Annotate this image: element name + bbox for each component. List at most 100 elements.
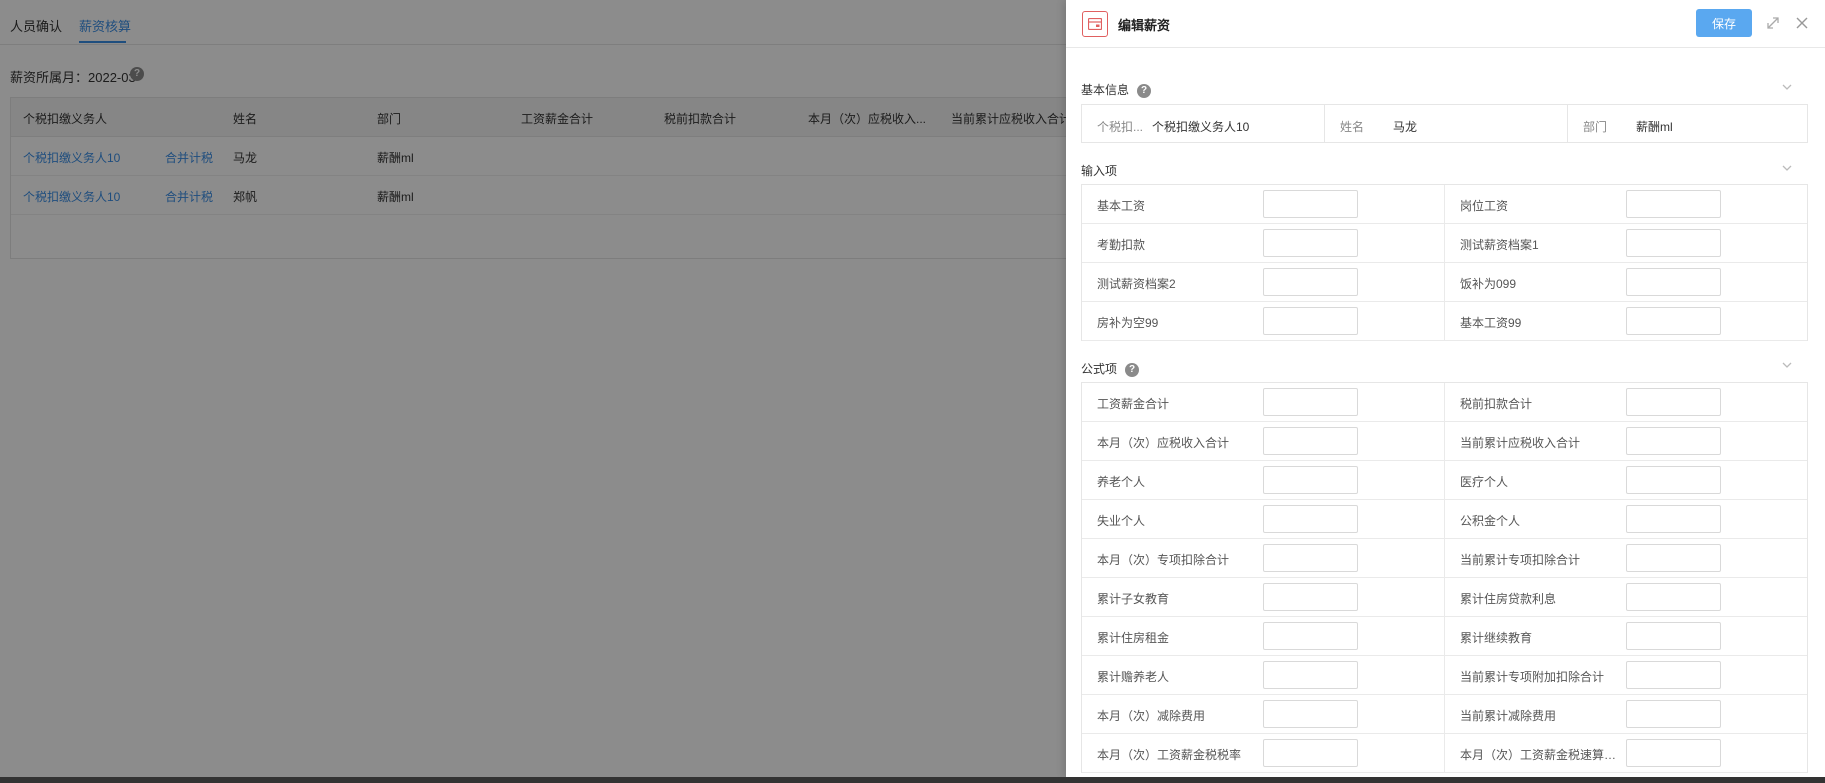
form-field: 当前累计专项扣除合计 xyxy=(1445,539,1808,577)
amount-input[interactable] xyxy=(1263,739,1358,767)
form-field: 当前累计应税收入合计 xyxy=(1445,422,1808,460)
formula-items-section-title: 公式项? xyxy=(1081,360,1140,377)
form-field: 本月（次）工资薪金税速算扣... xyxy=(1445,734,1808,772)
field-label: 累计赡养老人 xyxy=(1097,670,1170,684)
form-row: 测试薪资档案2 饭补为099 xyxy=(1082,263,1807,302)
form-field: 测试薪资档案2 xyxy=(1082,263,1445,301)
chevron-down-icon[interactable] xyxy=(1780,358,1794,372)
amount-input[interactable] xyxy=(1263,388,1358,416)
field-label: 本月（次）减除费用 xyxy=(1097,709,1206,723)
form-row: 本月（次）应税收入合计 当前累计应税收入合计 xyxy=(1082,422,1807,461)
basic-field-name: 姓名 马龙 xyxy=(1325,105,1568,142)
help-icon[interactable]: ? xyxy=(1125,362,1140,377)
amount-input[interactable] xyxy=(1626,190,1721,218)
amount-input[interactable] xyxy=(1626,388,1721,416)
edit-salary-drawer: 编辑薪资 保存 基本信息? 个税扣... 个税扣缴义务人10 姓名 马龙 部门 … xyxy=(1066,0,1825,777)
help-icon[interactable]: ? xyxy=(1137,83,1152,98)
amount-input[interactable] xyxy=(1263,229,1358,257)
form-field: 基本工资99 xyxy=(1445,302,1808,340)
amount-input[interactable] xyxy=(1263,583,1358,611)
amount-input[interactable] xyxy=(1263,544,1358,572)
amount-input[interactable] xyxy=(1626,544,1721,572)
field-value: 个税扣缴义务人10 xyxy=(1152,120,1250,134)
form-field: 失业个人 xyxy=(1082,500,1445,538)
amount-input[interactable] xyxy=(1263,427,1358,455)
input-items-form: 基本工资 岗位工资 考勤扣款 测试薪资档案1 测试薪资档案2 饭补为099 房补… xyxy=(1081,184,1808,341)
amount-input[interactable] xyxy=(1263,700,1358,728)
amount-input[interactable] xyxy=(1263,268,1358,296)
amount-input[interactable] xyxy=(1263,661,1358,689)
form-field: 本月（次）减除费用 xyxy=(1082,695,1445,733)
field-label: 基本工资 xyxy=(1097,199,1146,213)
form-field: 房补为空99 xyxy=(1082,302,1445,340)
form-field: 医疗个人 xyxy=(1445,461,1808,499)
input-items-section-title: 输入项 xyxy=(1081,162,1117,179)
section-label: 公式项 xyxy=(1081,362,1118,376)
form-field: 测试薪资档案1 xyxy=(1445,224,1808,262)
form-field: 岗位工资 xyxy=(1445,185,1808,223)
amount-input[interactable] xyxy=(1626,466,1721,494)
amount-input[interactable] xyxy=(1263,622,1358,650)
amount-input[interactable] xyxy=(1626,622,1721,650)
field-label: 饭补为099 xyxy=(1460,277,1517,291)
field-label: 公积金个人 xyxy=(1460,514,1521,528)
form-field: 公积金个人 xyxy=(1445,500,1808,538)
form-field: 饭补为099 xyxy=(1445,263,1808,301)
amount-input[interactable] xyxy=(1626,739,1721,767)
bottom-bar xyxy=(0,777,1825,783)
form-row: 失业个人 公积金个人 xyxy=(1082,500,1807,539)
field-label: 本月（次）应税收入合计 xyxy=(1097,436,1230,450)
form-row: 房补为空99 基本工资99 xyxy=(1082,302,1807,341)
form-field: 工资薪金合计 xyxy=(1082,383,1445,421)
form-field: 当前累计减除费用 xyxy=(1445,695,1808,733)
field-label: 房补为空99 xyxy=(1097,316,1159,330)
save-button[interactable]: 保存 xyxy=(1696,9,1752,37)
modal-mask[interactable] xyxy=(0,0,1066,783)
amount-input[interactable] xyxy=(1626,268,1721,296)
field-label: 当前累计专项扣除合计 xyxy=(1460,553,1581,567)
amount-input[interactable] xyxy=(1626,307,1721,335)
amount-input[interactable] xyxy=(1626,427,1721,455)
field-label: 本月（次）工资薪金税速算扣... xyxy=(1460,748,1620,762)
amount-input[interactable] xyxy=(1263,466,1358,494)
amount-input[interactable] xyxy=(1626,583,1721,611)
amount-input[interactable] xyxy=(1626,661,1721,689)
chevron-down-icon[interactable] xyxy=(1780,161,1794,175)
chevron-down-icon[interactable] xyxy=(1780,80,1794,94)
form-field: 累计子女教育 xyxy=(1082,578,1445,616)
form-field: 本月（次）应税收入合计 xyxy=(1082,422,1445,460)
field-label: 本月（次）专项扣除合计 xyxy=(1097,553,1230,567)
amount-input[interactable] xyxy=(1263,505,1358,533)
field-label: 医疗个人 xyxy=(1460,475,1509,489)
form-row: 累计住房租金 累计继续教育 xyxy=(1082,617,1807,656)
form-field: 本月（次）工资薪金税税率 xyxy=(1082,734,1445,772)
amount-input[interactable] xyxy=(1626,229,1721,257)
expand-icon[interactable] xyxy=(1764,14,1782,32)
close-icon[interactable] xyxy=(1793,14,1811,32)
form-field: 考勤扣款 xyxy=(1082,224,1445,262)
form-field: 当前累计专项附加扣除合计 xyxy=(1445,656,1808,694)
amount-input[interactable] xyxy=(1626,700,1721,728)
field-label: 考勤扣款 xyxy=(1097,238,1146,252)
amount-input[interactable] xyxy=(1626,505,1721,533)
field-label: 当前累计减除费用 xyxy=(1460,709,1557,723)
form-row: 累计赡养老人 当前累计专项附加扣除合计 xyxy=(1082,656,1807,695)
form-field: 累计住房租金 xyxy=(1082,617,1445,655)
basic-info-section-title: 基本信息? xyxy=(1081,81,1152,98)
field-value: 马龙 xyxy=(1393,120,1418,134)
formula-items-form: 工资薪金合计 税前扣款合计 本月（次）应税收入合计 当前累计应税收入合计 养老个… xyxy=(1081,382,1808,773)
field-label: 基本工资99 xyxy=(1460,316,1522,330)
field-label: 当前累计专项附加扣除合计 xyxy=(1460,670,1605,684)
amount-input[interactable] xyxy=(1263,307,1358,335)
field-label: 累计子女教育 xyxy=(1097,592,1170,606)
form-field: 养老个人 xyxy=(1082,461,1445,499)
drawer-title: 编辑薪资 xyxy=(1118,18,1171,33)
section-label: 输入项 xyxy=(1081,164,1118,178)
form-field: 累计赡养老人 xyxy=(1082,656,1445,694)
field-label: 养老个人 xyxy=(1097,475,1146,489)
form-field: 累计继续教育 xyxy=(1445,617,1808,655)
amount-input[interactable] xyxy=(1263,190,1358,218)
field-label: 失业个人 xyxy=(1097,514,1146,528)
field-value: 薪酬ml xyxy=(1636,120,1673,134)
form-row: 养老个人 医疗个人 xyxy=(1082,461,1807,500)
